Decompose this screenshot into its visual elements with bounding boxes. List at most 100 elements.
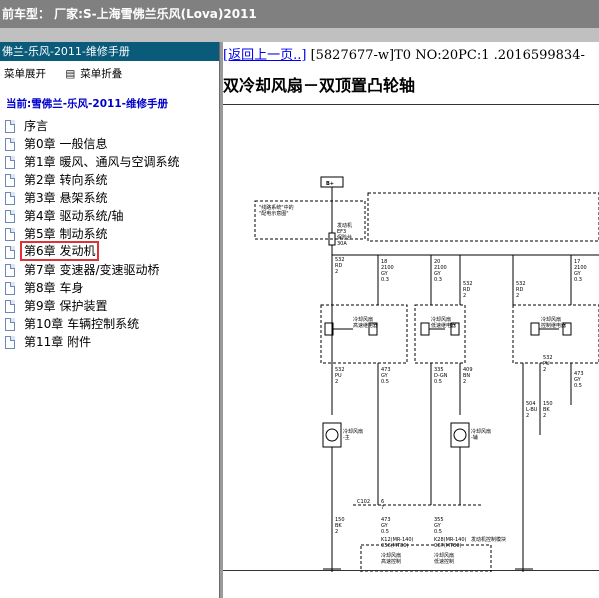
sidebar-item-label: 第3章 悬架系统 [24, 191, 108, 205]
fusebox-note: "线路系统"中的 [259, 204, 294, 211]
wiring-diagram: B+ "线路系统"中的 "配电示意图" 发动机 EF3 保险丝 30A 532 RD 2 18 210… [223, 104, 599, 572]
menu-icon: ▤ [65, 68, 76, 80]
page-title: 双冷却风扇－双顶置凸轮轴 [223, 76, 416, 95]
wire-label: 0.3 [381, 277, 389, 283]
fusebox-note: "配电示意图" [259, 210, 289, 217]
relay-low-speed-label: 冷却风扇 [431, 316, 451, 323]
relay-control-label: 控制继电器 [541, 322, 566, 329]
fuse-label: 发动机 [337, 222, 352, 229]
connector-label: C102 [357, 499, 370, 505]
document-icon [5, 120, 15, 133]
relay-control-outline [512, 304, 599, 364]
document-icon [5, 228, 15, 241]
wire-label: 0.5 [381, 379, 389, 385]
sidebar-item-label: 第0章 一般信息 [24, 137, 108, 151]
wire-label: 2 [543, 367, 546, 373]
sidebar-item[interactable]: 第1章 暖风、通风与空调系统 [0, 153, 219, 171]
nav-line: [返回上一页..] [5827677-w]T0 NO:20PC:1 .20165… [223, 44, 585, 63]
wire-label: 2 [526, 413, 529, 419]
sidebar-item-label: 第9章 保护装置 [24, 299, 108, 313]
ecm-control-label: 低速控制 [434, 558, 454, 565]
fan-aux-label: -辅 [471, 434, 478, 441]
window-title: 前车型： 厂家:S-上海雪佛兰乐风(Lova)2011 [0, 0, 599, 28]
sidebar-item[interactable]: 第9章 保护装置 [0, 297, 219, 315]
sidebar-item[interactable]: 第0章 一般信息 [0, 135, 219, 153]
wiring-diagram-svg: B+"线路系统"中的"配电示意图"发动机EF3保险丝30A532RD218210… [254, 176, 599, 572]
fuse-label: 30A [337, 241, 347, 247]
back-link[interactable]: [返回上一页..] [223, 48, 306, 63]
expand-menu-button[interactable]: 菜单展开 [4, 68, 46, 80]
fan-main-label: -主 [343, 434, 350, 441]
relay-control-label: 冷却风扇 [541, 316, 561, 323]
sidebar-item[interactable]: 第4章 驱动系统/轴 [0, 207, 219, 225]
relay-low-speed-label: 低速继电器 [431, 322, 456, 329]
fuse-label: 保险丝 [337, 234, 352, 241]
wire-label: 0.5 [381, 529, 389, 535]
fan-aux-label: 冷却风扇 [471, 428, 491, 435]
sidebar-item-label: 序言 [24, 119, 49, 133]
wire-label: 2 [543, 413, 546, 419]
wire-label: 2 [335, 379, 338, 385]
relay-low-speed-outline [414, 304, 466, 364]
wire-label: 2 [516, 293, 519, 299]
document-icon [5, 210, 15, 223]
ecm-control-label: 冷却风扇 [381, 552, 401, 559]
sidebar-item-label: 第7章 变速器/变速驱动桥 [24, 263, 160, 277]
fan-main-label: 冷却风扇 [343, 428, 363, 435]
wire-label: 2 [463, 379, 466, 385]
collapse-menu-button[interactable]: ▤ 菜单折叠 [65, 68, 122, 80]
connector-pin-label: 7 [381, 505, 384, 511]
ecm-control-label: 冷却风扇 [434, 552, 454, 559]
sidebar-item[interactable]: 第8章 车身 [0, 279, 219, 297]
sidebar-item[interactable]: 第7章 变速器/变速驱动桥 [0, 261, 219, 279]
sidebar-item[interactable]: 第3章 悬架系统 [0, 189, 219, 207]
document-icon [5, 138, 15, 151]
document-icon [5, 156, 15, 169]
toolbar-strip [0, 28, 599, 42]
relay-high-speed-label: 冷却风扇 [353, 316, 373, 323]
sidebar-item[interactable]: 第6章 发动机 [0, 241, 219, 261]
fusebox-outline [367, 192, 599, 242]
sidebar-item-label: 第4章 驱动系统/轴 [24, 209, 124, 223]
sidebar-item[interactable]: 第2章 转向系统 [0, 171, 219, 189]
document-icon [5, 246, 15, 259]
document-icon [5, 282, 15, 295]
sidebar-tools: 菜单展开 ▤ 菜单折叠 [0, 66, 219, 81]
content-pane: [返回上一页..] [5827677-w]T0 NO:20PC:1 .20165… [223, 42, 599, 598]
relay-high-speed-label: 高速继电器 [353, 322, 378, 329]
chapter-tree: 序言第0章 一般信息第1章 暖风、通风与空调系统 第2章 转向系统 第3章 悬架系统… [0, 117, 219, 351]
battery-label: B+ [326, 181, 334, 187]
wire-label: 0.5 [434, 379, 442, 385]
document-icon [5, 264, 15, 277]
document-icon [5, 318, 15, 331]
fan-main-motor [325, 428, 339, 442]
fuse-wire-label: 2 [335, 269, 338, 275]
sidebar-item-label: 第6章 发动机 [20, 241, 100, 261]
current-location: 当前:雪佛兰-乐风-2011-维修手册 [6, 98, 168, 110]
sidebar-item[interactable]: 序言 [0, 117, 219, 135]
wire-label: 2 [463, 293, 466, 299]
relay-high-speed-outline [320, 304, 408, 364]
sidebar-item-label: 第1章 暖风、通风与空调系统 [24, 155, 180, 169]
sidebar-item[interactable]: 第10章 车辆控制系统 [0, 315, 219, 333]
fan-aux-motor [453, 428, 467, 442]
wire-label: 0.5 [434, 529, 442, 535]
wire-label: 0.5 [574, 383, 582, 389]
wire-label: 0.3 [434, 277, 442, 283]
sidebar-item-label: 第10章 车辆控制系统 [24, 317, 140, 331]
document-icon [5, 336, 15, 349]
sidebar-item[interactable]: 第11章 附件 [0, 333, 219, 351]
ecm-label: 发动机控制模块 [471, 536, 506, 543]
wire-label: 0.3 [574, 277, 582, 283]
sidebar-header: 佛兰-乐风-2011-维修手册 [0, 42, 219, 61]
sidebar-item-label: 第2章 转向系统 [24, 173, 108, 187]
sidebar: 佛兰-乐风-2011-维修手册 菜单展开 ▤ 菜单折叠 当前:雪佛兰-乐风-201… [0, 42, 219, 598]
doc-meta: [5827677-w]T0 NO:20PC:1 .2016599834- [310, 48, 585, 63]
wire-label: 2 [335, 529, 338, 535]
document-icon [5, 300, 15, 313]
document-icon [5, 174, 15, 187]
ecm-pin-label: C56(MT80) [381, 543, 409, 549]
ecm-pin-label: C67(MT80) [434, 543, 462, 549]
ecm-control-label: 高速控制 [381, 558, 401, 565]
sidebar-item-label: 第8章 车身 [24, 281, 84, 295]
